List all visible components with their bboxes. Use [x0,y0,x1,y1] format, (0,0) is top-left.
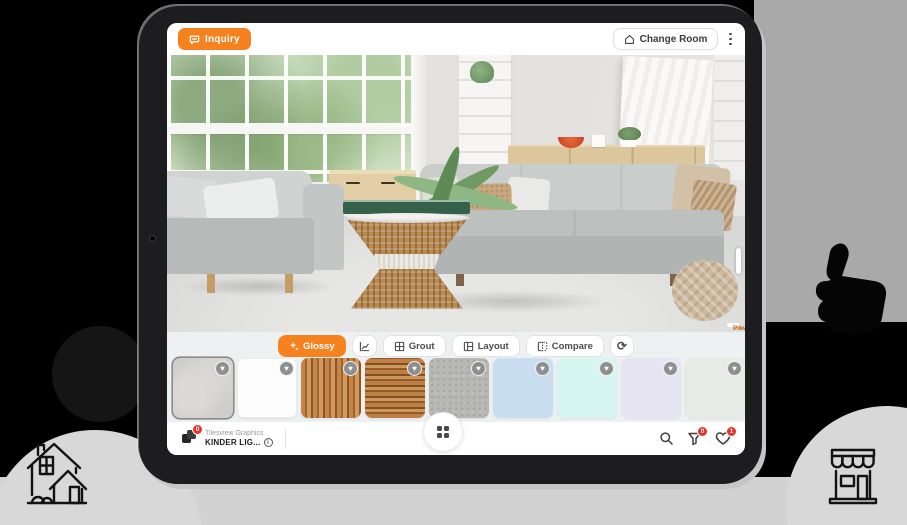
tile-swatch-grey-marble[interactable]: ♥ [173,358,233,418]
favorite-icon[interactable]: ♥ [279,361,294,376]
room-table-top [343,213,470,223]
reset-button[interactable]: ⟳ [610,335,634,357]
tile-swatch-plain-white[interactable]: ♥ [237,358,297,418]
room-window-bar [167,127,416,134]
room-plant-pot [621,140,636,147]
room-left-sofa-seat [167,218,314,273]
app-screen: Inquiry Change Room [167,23,745,455]
room-side-shelf [714,55,745,180]
refresh-icon: ⟳ [617,340,627,352]
marketing-scene: Inquiry Change Room [0,0,907,525]
tilesview-brand: Tilesview.ai [733,325,745,332]
storefront-icon [822,444,884,510]
grid-apps-icon [437,426,450,439]
selected-tile-name: KINDER LIG... [205,438,261,447]
logo-badge: 0 [192,424,203,435]
room-table-jar [343,200,470,214]
tile-swatch-wood-horizontal[interactable]: ♥ [365,358,425,418]
layout-label: Layout [478,341,509,352]
favorite-icon[interactable]: ♥ [471,361,486,376]
chart-icon [359,341,370,352]
change-room-button[interactable]: Change Room [613,28,719,50]
room-shadow [179,277,341,296]
room-sofa-leg [207,274,215,293]
divider [285,429,286,449]
home-icon [624,34,635,45]
tile-swatch-wood-vertical[interactable]: ♥ [301,358,361,418]
thumbs-up-icon [800,238,900,342]
favorite-icon[interactable]: ♥ [407,361,422,376]
tile-swatch-light-cyan[interactable]: ♥ [557,358,617,418]
bottom-bar-actions: 0 1 [659,431,731,446]
brand-info: Tilesview Graphics KINDER LIG... i [205,430,273,447]
layout-icon [463,341,474,352]
search-button[interactable] [659,431,674,446]
inquiry-button[interactable]: Inquiry [178,28,251,50]
favorite-icon[interactable]: ♥ [535,361,550,376]
room-table-body [343,218,470,256]
tile-swatch-pale-grey-green[interactable]: ♥ [685,358,745,418]
app-header: Inquiry Change Room [167,23,745,55]
layout-button[interactable]: Layout [452,335,520,357]
wishlist-button[interactable]: 1 [715,431,731,446]
catalog-grid-button[interactable] [423,412,463,452]
sparkle-icon [289,341,299,351]
visualizer-toolbar: Glossy Grout Layout [278,335,634,357]
tile-swatch-grey-speckle[interactable]: ♥ [429,358,489,418]
filter-button[interactable]: 0 [687,431,702,446]
grout-grid-icon [394,341,405,352]
chat-icon [189,34,200,45]
room-sofa-leg [285,274,293,293]
search-icon [659,431,674,446]
favorite-icon[interactable]: ♥ [663,361,678,376]
compare-label: Compare [552,341,593,352]
header-right: Change Room [613,28,734,50]
favorite-icon[interactable]: ♥ [599,361,614,376]
grout-label: Grout [409,341,435,352]
room-shelf-plant [470,61,494,83]
room-table-base [343,269,470,309]
more-menu-icon[interactable] [727,30,734,49]
powered-by-badge: Powered By Tilesview.ai [727,323,739,327]
tablet-device: Inquiry Change Room [138,5,762,484]
tile-estimate-button[interactable] [352,335,377,357]
brand-name: Tilesview Graphics [205,430,273,437]
favorite-icon[interactable]: ♥ [343,361,358,376]
room-preview[interactable]: Powered By Tilesview.ai [167,55,745,332]
brand-logo[interactable]: 0 [181,429,198,449]
room-photo-frame [592,135,605,147]
inquiry-label: Inquiry [205,34,240,45]
tile-strip: ♥♥♥♥♥♥♥♥♥♥ [173,358,745,418]
change-room-label: Change Room [640,34,708,45]
house-icon [24,438,92,510]
filter-badge: 0 [697,426,708,437]
favorite-icon[interactable]: ♥ [215,361,230,376]
room-table-band [343,254,470,271]
glossy-button[interactable]: Glossy [278,335,346,357]
tile-swatch-light-blue[interactable]: ♥ [493,358,553,418]
compare-button[interactable]: Compare [526,335,604,357]
favorite-icon[interactable]: ♥ [727,361,742,376]
compare-icon [537,341,548,352]
room-coffee-table [343,213,470,313]
grout-button[interactable]: Grout [383,335,446,357]
wishlist-badge: 1 [726,426,737,437]
side-handle[interactable] [736,248,741,274]
background-dark-circle [52,326,148,422]
tablet-camera [149,235,156,242]
info-icon[interactable]: i [264,438,273,447]
room-pouf [672,260,738,321]
glossy-label: Glossy [303,341,335,352]
tile-swatch-light-lavender[interactable]: ♥ [621,358,681,418]
